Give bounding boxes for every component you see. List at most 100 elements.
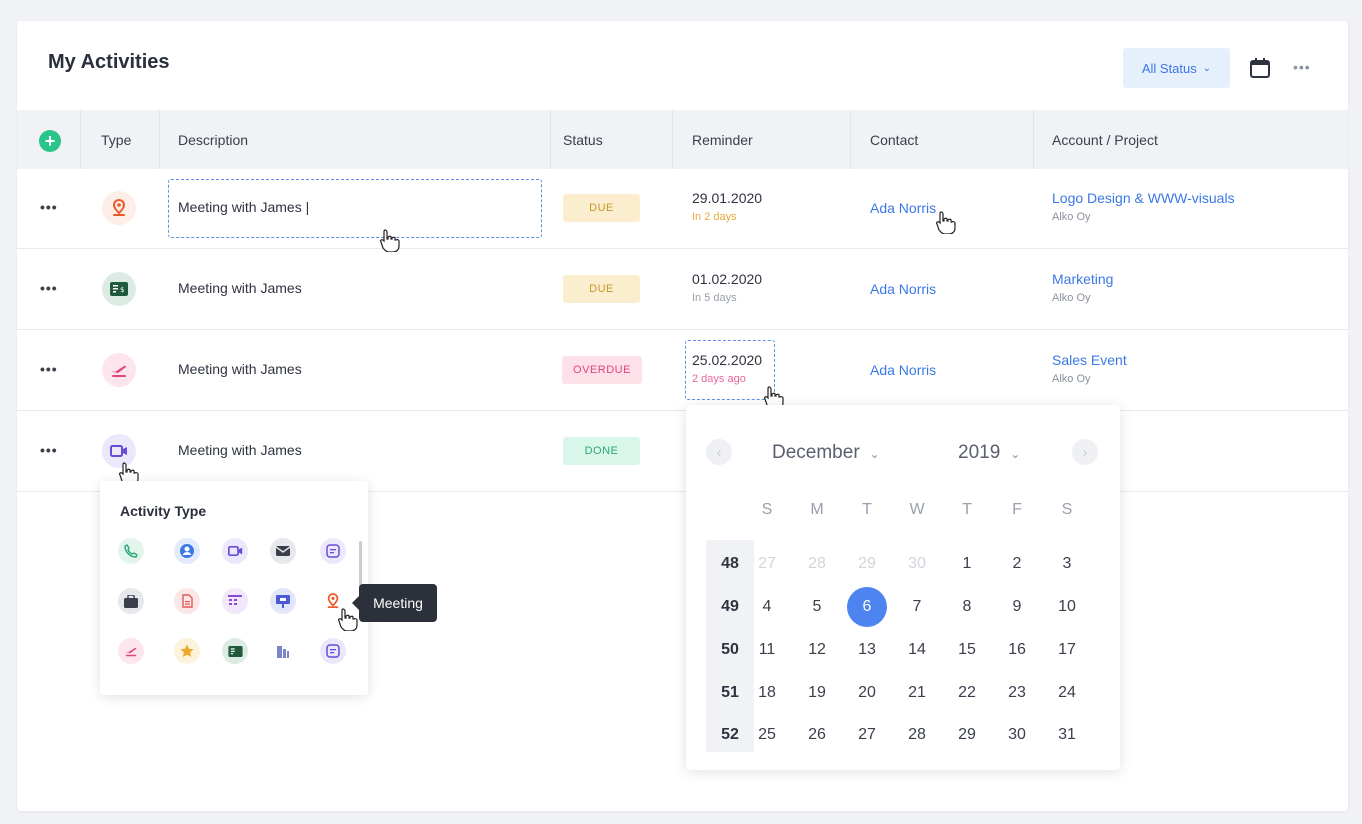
description-text[interactable]: Meeting with James [178, 442, 302, 458]
contact-link[interactable]: Ada Norris [870, 200, 936, 216]
month-select[interactable]: December ⌄ [772, 442, 880, 464]
row-more-icon[interactable]: ••• [40, 361, 58, 377]
mail-icon[interactable] [270, 538, 296, 564]
building-icon[interactable] [270, 638, 296, 664]
video-icon[interactable] [222, 538, 248, 564]
reminder-date[interactable]: 01.02.2020 [692, 271, 762, 287]
selected-day[interactable]: 6 [847, 587, 887, 627]
calendar-day[interactable]: 9 [997, 595, 1037, 619]
briefcase-icon[interactable] [118, 588, 144, 614]
column-header-status[interactable]: Status [563, 110, 603, 169]
hand-cursor-icon [380, 229, 400, 252]
calendar-day[interactable]: 27 [747, 552, 787, 576]
calendar-day[interactable]: 29 [947, 723, 987, 747]
year-select[interactable]: 2019 ⌄ [958, 442, 1020, 464]
reminder-relative: 2 days ago [692, 373, 746, 385]
column-header-account-project[interactable]: Account / Project [1052, 110, 1158, 169]
calendar-day[interactable]: 2 [997, 552, 1037, 576]
calendar-day[interactable]: 29 [847, 552, 887, 576]
description-text[interactable]: Meeting with James | [178, 199, 309, 215]
note-icon[interactable] [320, 538, 346, 564]
week-number: 48 [721, 555, 739, 572]
row-more-icon[interactable]: ••• [40, 442, 58, 458]
calendar-day[interactable]: 20 [847, 681, 887, 705]
calendar-day[interactable]: 22 [947, 681, 987, 705]
calendar-day[interactable]: 5 [797, 595, 837, 619]
svg-text:$: $ [120, 286, 124, 294]
phone-icon[interactable] [118, 538, 144, 564]
row-more-icon[interactable]: ••• [40, 280, 58, 296]
calendar-day[interactable]: 25 [747, 723, 787, 747]
calendar-day[interactable]: 1 [947, 552, 987, 576]
status-badge[interactable]: DONE [563, 437, 640, 465]
row-more-icon[interactable]: ••• [40, 199, 58, 215]
weekday-label: S [761, 501, 773, 518]
reminder-date[interactable]: 25.02.2020 [692, 352, 762, 368]
weekday-label: F [1012, 501, 1022, 518]
activity-type-popup: Activity Type [100, 481, 368, 695]
contact-link[interactable]: Ada Norris [870, 281, 936, 297]
calendar-day[interactable]: 23 [997, 681, 1037, 705]
contact-link[interactable]: Ada Norris [870, 362, 936, 378]
calendar-day[interactable]: 21 [897, 681, 937, 705]
date-picker: ‹ December ⌄ 2019 ⌄ › S M T W T F S 48 27 28 29 30 1 2 3… [686, 405, 1120, 770]
person-call-icon[interactable] [174, 538, 200, 564]
meeting-location-icon[interactable] [102, 191, 136, 225]
status-badge[interactable]: OVERDUE [562, 356, 642, 384]
calendar-day[interactable]: 28 [897, 723, 937, 747]
project-link[interactable]: Logo Design & WWW-visuals [1052, 190, 1235, 206]
more-options-icon[interactable]: ••• [1293, 59, 1311, 75]
calendar-day[interactable]: 12 [797, 638, 837, 662]
popup-scrollbar[interactable] [359, 541, 362, 587]
column-header-contact[interactable]: Contact [870, 110, 918, 169]
reminder-date[interactable]: 29.01.2020 [692, 190, 762, 206]
flight-icon[interactable] [118, 638, 144, 664]
document-icon[interactable] [174, 588, 200, 614]
prev-month-button[interactable]: ‹ [706, 439, 732, 465]
calendar-day[interactable]: 19 [797, 681, 837, 705]
calendar-day[interactable]: 26 [797, 723, 837, 747]
calendar-day[interactable]: 10 [1047, 595, 1087, 619]
calendar-icon[interactable] [1249, 57, 1271, 79]
project-link[interactable]: Sales Event [1052, 352, 1127, 368]
calendar-day[interactable]: 8 [947, 595, 987, 619]
calendar-day[interactable]: 3 [1047, 552, 1087, 576]
chevron-down-icon: ⌄ [869, 447, 880, 461]
calendar-day[interactable]: 17 [1047, 638, 1087, 662]
account-name: Alko Oy [1052, 292, 1091, 304]
add-activity-button[interactable]: + [39, 130, 61, 152]
star-icon[interactable] [174, 638, 200, 664]
calendar-day[interactable]: 28 [797, 552, 837, 576]
calendar-day[interactable]: 13 [847, 638, 887, 662]
calendar-day[interactable]: 24 [1047, 681, 1087, 705]
description-text[interactable]: Meeting with James [178, 361, 302, 377]
note-icon[interactable] [320, 638, 346, 664]
calendar-day[interactable]: 31 [1047, 723, 1087, 747]
calendar-day[interactable]: 30 [997, 723, 1037, 747]
calendar-day[interactable]: 30 [897, 552, 937, 576]
calendar-day[interactable]: 16 [997, 638, 1037, 662]
calendar-day[interactable]: 27 [847, 723, 887, 747]
calendar-day[interactable]: 14 [897, 638, 937, 662]
column-header-reminder[interactable]: Reminder [692, 110, 753, 169]
invoice-icon[interactable] [222, 638, 248, 664]
calendar-day[interactable]: 15 [947, 638, 987, 662]
status-filter-label: All Status [1141, 60, 1197, 76]
status-filter-dropdown[interactable]: All Status ⌄ [1123, 48, 1230, 88]
calendar-day[interactable]: 11 [747, 638, 787, 662]
status-badge[interactable]: DUE [563, 275, 640, 303]
column-header-type[interactable]: Type [101, 110, 131, 169]
presentation-icon[interactable] [270, 588, 296, 614]
calendar-day[interactable]: 7 [897, 595, 937, 619]
status-badge[interactable]: DUE [563, 194, 640, 222]
next-month-button[interactable]: › [1072, 439, 1098, 465]
project-link[interactable]: Marketing [1052, 271, 1113, 287]
calendar-day[interactable]: 4 [747, 595, 787, 619]
account-name: Alko Oy [1052, 373, 1091, 385]
flight-icon[interactable] [102, 353, 136, 387]
column-header-description[interactable]: Description [178, 110, 248, 169]
board-icon[interactable] [222, 588, 248, 614]
invoice-icon[interactable]: $ [102, 272, 136, 306]
description-text[interactable]: Meeting with James [178, 280, 302, 296]
calendar-day[interactable]: 18 [747, 681, 787, 705]
